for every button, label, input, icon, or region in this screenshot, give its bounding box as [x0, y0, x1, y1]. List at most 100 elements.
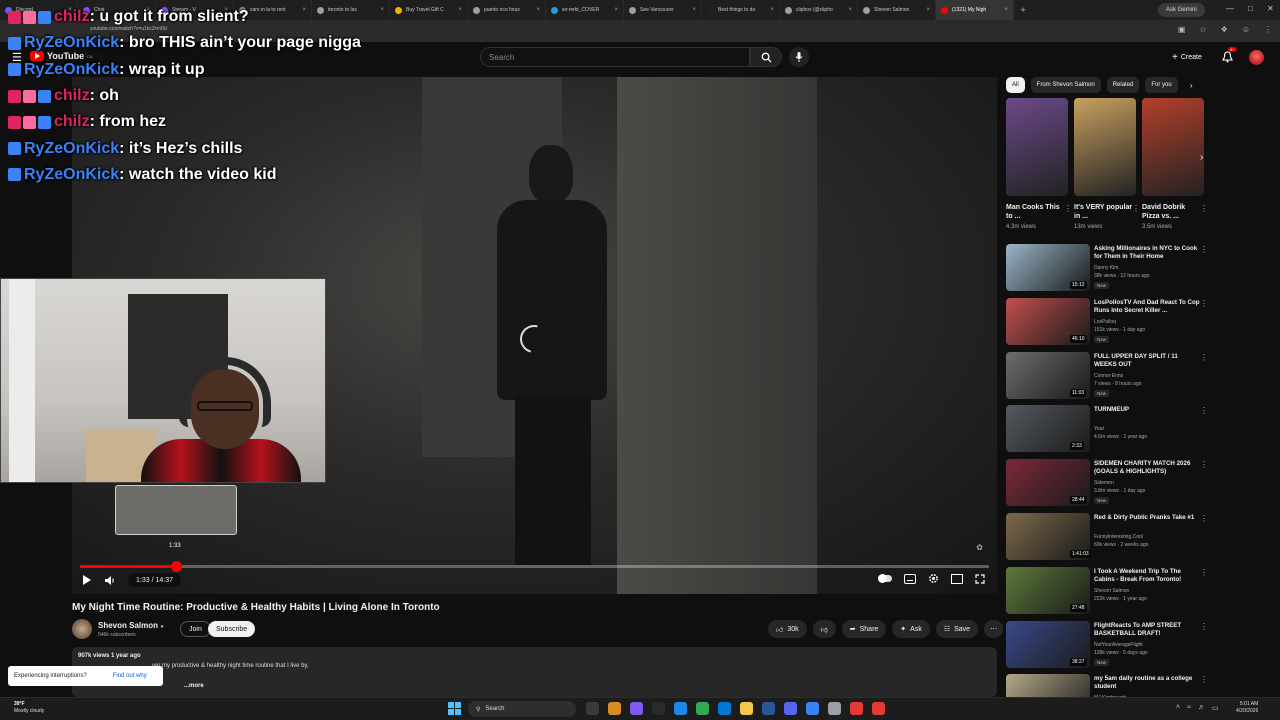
tab-close-icon[interactable]: ×	[770, 7, 774, 13]
filter-chip[interactable]: All	[1006, 77, 1025, 93]
windows-start-icon[interactable]	[448, 702, 461, 715]
video-title[interactable]: FULL UPPER DAY SPLIT / 11 WEEKS OUT	[1094, 353, 1200, 369]
channel-name[interactable]: Yeat	[1094, 426, 1104, 432]
search-input[interactable]: Search	[480, 47, 750, 67]
bookmark-star-icon[interactable]: ☆	[1199, 25, 1206, 34]
volume-icon[interactable]	[104, 575, 116, 586]
browser-tab[interactable]: cliphox (@clipho ×	[780, 0, 858, 20]
recommended-video[interactable]: 28:44 SIDEMEN CHARITY MATCH 2026 (GOALS &…	[1006, 459, 1212, 513]
recommended-video[interactable]: 15:12 Asking Millionaires in NYC to Cook …	[1006, 244, 1212, 298]
channel-name[interactable]: Sidemen	[1094, 480, 1114, 486]
channel-name[interactable]: Connor Enns	[1094, 373, 1123, 379]
channel-name[interactable]: Danny Kim	[1094, 265, 1118, 271]
tab-close-icon[interactable]: ×	[614, 7, 618, 13]
browser-tab[interactable]: Buy Travel Gift C ×	[390, 0, 468, 20]
ask-button[interactable]: ✦ Ask	[892, 620, 930, 638]
extensions-icon[interactable]: ❖	[1221, 25, 1228, 34]
video-menu-icon[interactable]: ⋮	[1200, 622, 1208, 631]
wifi-icon[interactable]: ≈	[1187, 704, 1191, 712]
settings-gear-icon[interactable]	[928, 573, 939, 584]
short-title[interactable]: It's VERY popular in ...	[1074, 203, 1136, 221]
short-title[interactable]: David Dobrik Pizza vs. ...	[1142, 203, 1204, 221]
profile-icon[interactable]: ☺	[1242, 25, 1250, 34]
taskbar-app-icon[interactable]	[872, 702, 885, 715]
dislike-button[interactable]: 👎︎	[812, 620, 836, 638]
video-title[interactable]: Asking Millionaires in NYC to Cook for T…	[1094, 245, 1200, 261]
tray-chevron-icon[interactable]: ˄	[1176, 704, 1180, 712]
taskbar-app-icon[interactable]	[718, 702, 731, 715]
video-title[interactable]: LosPollosTV And Dad React To Cop Runs In…	[1094, 299, 1200, 315]
taskbar-app-icon[interactable]	[652, 702, 665, 715]
find-out-why-link[interactable]: Find out why	[113, 673, 147, 679]
theater-mode-icon[interactable]	[951, 573, 963, 584]
recommended-video[interactable]: 27:48 I Took A Weekend Trip To The Cabins…	[1006, 566, 1212, 621]
chevron-right-icon[interactable]: ›	[1190, 81, 1193, 90]
play-icon[interactable]	[82, 574, 92, 586]
taskbar-app-icon[interactable]	[696, 702, 709, 715]
video-menu-icon[interactable]: ⋮	[1200, 406, 1208, 415]
captions-icon[interactable]	[904, 573, 916, 584]
filter-chip[interactable]: From Shevon Salmon	[1030, 77, 1101, 93]
browser-tab[interactable]: puerto rico hous ×	[468, 0, 546, 20]
video-title[interactable]: Red & Dirty Public Pranks Take #1	[1094, 514, 1200, 522]
channel-name[interactable]: Shevon Salmon ●	[98, 621, 164, 630]
short-menu-icon[interactable]: ⋮	[1132, 204, 1140, 213]
tab-close-icon[interactable]: ×	[1004, 7, 1008, 13]
channel-name[interactable]: FunnyInteresting.Cool	[1094, 534, 1143, 540]
browser-menu-icon[interactable]: ⋮	[1264, 25, 1272, 34]
taskbar-app-icon[interactable]	[586, 702, 599, 715]
search-button[interactable]	[750, 47, 782, 67]
maximize-icon[interactable]: □	[1248, 4, 1253, 13]
channel-name[interactable]: NotYourAverageFlight	[1094, 642, 1143, 648]
battery-icon[interactable]: ▭	[1212, 704, 1219, 712]
channel-name[interactable]: LosPolloq	[1094, 319, 1116, 325]
short-thumbnail[interactable]	[1006, 98, 1068, 196]
browser-tab[interactable]: sir-mrkt_COVER ×	[546, 0, 624, 20]
video-menu-icon[interactable]: ⋮	[1200, 568, 1208, 577]
tab-close-icon[interactable]: ×	[536, 7, 540, 13]
taskbar-app-icon[interactable]	[762, 702, 775, 715]
create-button[interactable]: + Create	[1166, 49, 1208, 65]
browser-tab[interactable]: Best things to do ×	[702, 0, 780, 20]
weather-widget[interactable]: 39°F Mostly cloudy	[14, 701, 44, 715]
new-tab-icon[interactable]: +	[1014, 5, 1032, 15]
taskbar-app-icon[interactable]	[674, 702, 687, 715]
video-menu-icon[interactable]: ⋮	[1200, 245, 1208, 254]
video-menu-icon[interactable]: ⋮	[1200, 514, 1208, 523]
ask-gemini-button[interactable]: Ask Gemini	[1158, 3, 1205, 17]
short-thumbnail[interactable]	[1074, 98, 1136, 196]
short-card[interactable]: David Dobrik Pizza vs. ... 3.5m views ⋮	[1142, 98, 1208, 230]
close-window-icon[interactable]: ✕	[1267, 4, 1274, 13]
channel-watermark-icon[interactable]: ✿	[976, 543, 983, 552]
autoplay-toggle[interactable]	[878, 574, 892, 583]
taskbar-app-icon[interactable]	[608, 702, 621, 715]
tab-close-icon[interactable]: ×	[458, 7, 462, 13]
video-title[interactable]: I Took A Weekend Trip To The Cabins - Br…	[1094, 568, 1200, 584]
recommended-video[interactable]: 2:33 TURNMEUP Yeat 4.6m views · 1 year ago ⋮	[1006, 405, 1212, 459]
short-thumbnail[interactable]	[1142, 98, 1204, 196]
taskbar-clock[interactable]: 5:01 AM 4/20/2026	[1236, 701, 1258, 715]
speaker-icon[interactable]: ♬	[1198, 704, 1205, 712]
voice-search-button[interactable]	[789, 47, 809, 67]
video-title[interactable]: my 5am daily routine as a college studen…	[1094, 675, 1200, 691]
subscribe-button[interactable]: Subscribe	[208, 621, 256, 637]
taskbar-app-icon[interactable]	[850, 702, 863, 715]
save-button[interactable]: ☷ Save	[935, 620, 979, 638]
recommended-video[interactable]: 38:27 FlightReacts To AMP STREET BASKETBA…	[1006, 620, 1212, 675]
browser-tab[interactable]: (1321) My Nigh ×	[936, 0, 1014, 20]
progress-scrubber-handle[interactable]	[171, 561, 183, 572]
recommended-video[interactable]: 11:03 FULL UPPER DAY SPLIT / 11 WEEKS OUT…	[1006, 351, 1212, 406]
recommended-video[interactable]: 1:41:03 Red & Dirty Public Pranks Take #1…	[1006, 512, 1212, 567]
video-menu-icon[interactable]: ⋮	[1200, 675, 1208, 684]
video-menu-icon[interactable]: ⋮	[1200, 460, 1208, 469]
share-button[interactable]: ➦ Share	[841, 620, 887, 638]
cast-icon[interactable]: ▣	[1178, 25, 1186, 34]
progress-bar[interactable]	[80, 561, 989, 572]
taskbar-app-icon[interactable]	[630, 702, 643, 715]
video-title[interactable]: FlightReacts To AMP STREET BASKETBALL DR…	[1094, 622, 1200, 638]
short-card[interactable]: Man Cooks This to ... 4.3m views ⋮	[1006, 98, 1072, 230]
taskbar-app-icon[interactable]	[828, 702, 841, 715]
short-card[interactable]: It's VERY popular in ... 13m views ⋮	[1074, 98, 1140, 230]
short-title[interactable]: Man Cooks This to ...	[1006, 203, 1068, 221]
tab-close-icon[interactable]: ×	[692, 7, 696, 13]
